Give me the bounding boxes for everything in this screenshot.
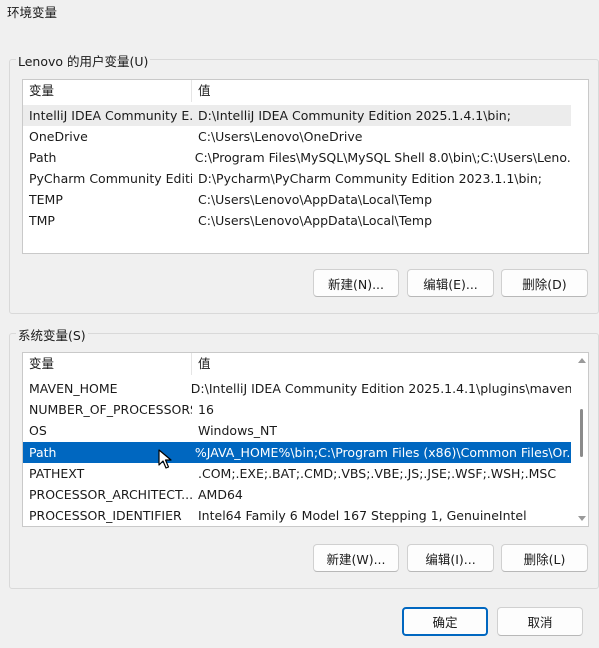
mouse-pointer-icon [158,449,172,472]
variable-name: OneDrive [29,129,88,144]
scrollbar-thumb[interactable] [580,409,583,457]
table-row[interactable]: TMP C:\Users\Lenovo\AppData\Local\Temp [23,210,571,231]
table-row[interactable]: MAVEN_HOME D:\IntelliJ IDEA Community Ed… [23,378,571,399]
variable-name: PyCharm Community Editi... [29,171,192,186]
table-row[interactable]: OneDrive C:\Users\Lenovo\OneDrive [23,126,571,147]
variable-value: C:\Users\Lenovo\OneDrive [198,129,363,144]
ok-button[interactable]: 确定 [402,607,488,636]
scroll-up-icon[interactable] [578,358,586,363]
variable-name: PROCESSOR_IDENTIFIER [29,508,182,523]
variable-value: .COM;.EXE;.BAT;.CMD;.VBS;.VBE;.JS;.JSE;.… [198,466,557,481]
user-vars-list[interactable]: 变量 值 IntelliJ IDEA Community E... D:\Int… [22,79,589,254]
column-header-variable[interactable]: 变量 [23,353,192,375]
table-row[interactable]: PROCESSOR_ARCHITECT... AMD64 [23,484,571,505]
variable-name: Path [29,150,57,165]
variable-value: D:\Pycharm\PyCharm Community Edition 202… [198,171,543,186]
system-edit-button[interactable]: 编辑(I)... [407,544,494,572]
variable-value: C:\Users\Lenovo\AppData\Local\Temp [198,213,433,228]
scroll-down-icon[interactable] [578,516,586,521]
variable-value: Windows_NT [198,423,278,438]
table-row[interactable]: Path C:\Program Files\MySQL\MySQL Shell … [23,147,571,168]
variable-name: NUMBER_OF_PROCESSORS [29,402,192,417]
variable-value: %JAVA_HOME%\bin;C:\Program Files (x86)\C… [194,445,571,460]
table-row[interactable]: IntelliJ IDEA Community E... D:\IntelliJ… [23,105,571,126]
user-vars-group-label: Lenovo 的用户变量(U) [16,51,151,70]
system-delete-button[interactable]: 删除(L) [501,544,588,572]
column-header-variable[interactable]: 变量 [23,80,192,102]
variable-name: MAVEN_HOME [29,381,118,396]
user-edit-button[interactable]: 编辑(E)... [407,269,494,297]
table-row[interactable]: NUMBER_OF_PROCESSORS 16 [23,399,571,420]
table-row[interactable]: TEMP C:\Users\Lenovo\AppData\Local\Temp [23,189,571,210]
table-row[interactable]: OS Windows_NT [23,420,571,441]
column-header-value[interactable]: 值 [192,353,575,375]
table-row[interactable]: PATHEXT .COM;.EXE;.BAT;.CMD;.VBS;.VBE;.J… [23,463,571,484]
variable-value: 16 [198,402,214,417]
variable-value: Intel64 Family 6 Model 167 Stepping 1, G… [198,508,527,523]
system-vars-list[interactable]: 变量 值 MAVEN_HOME D:\IntelliJ IDEA Communi… [22,352,589,527]
variable-value: C:\Program Files\MySQL\MySQL Shell 8.0\b… [194,150,571,165]
user-new-button[interactable]: 新建(N)... [313,269,399,297]
system-vars-group-label: 系统变量(S) [16,325,88,344]
variable-value: C:\Users\Lenovo\AppData\Local\Temp [198,192,433,207]
user-vars-list-header: 变量 值 [23,80,588,102]
variable-value: AMD64 [198,487,243,502]
vertical-scrollbar[interactable] [576,353,588,526]
variable-name: IntelliJ IDEA Community E... [29,108,192,123]
system-vars-list-header: 变量 值 [23,353,575,375]
variable-name: PROCESSOR_ARCHITECT... [29,487,192,502]
user-delete-button[interactable]: 删除(D) [501,269,588,297]
window-title: 环境变量 [7,5,58,20]
variable-name: TMP [29,213,55,228]
table-row[interactable]: PyCharm Community Editi... D:\Pycharm\Py… [23,168,571,189]
column-header-value[interactable]: 值 [192,80,588,102]
variable-name: OS [29,423,47,438]
table-row-selected[interactable]: Path %JAVA_HOME%\bin;C:\Program Files (x… [23,442,571,463]
variable-value: D:\IntelliJ IDEA Community Edition 2025.… [198,108,511,123]
variable-value: D:\IntelliJ IDEA Community Edition 2025.… [190,381,571,396]
system-new-button[interactable]: 新建(W)... [313,544,399,572]
table-row[interactable]: PROCESSOR_IDENTIFIER Intel64 Family 6 Mo… [23,505,571,526]
cancel-button[interactable]: 取消 [497,607,583,636]
variable-name: TEMP [29,192,63,207]
